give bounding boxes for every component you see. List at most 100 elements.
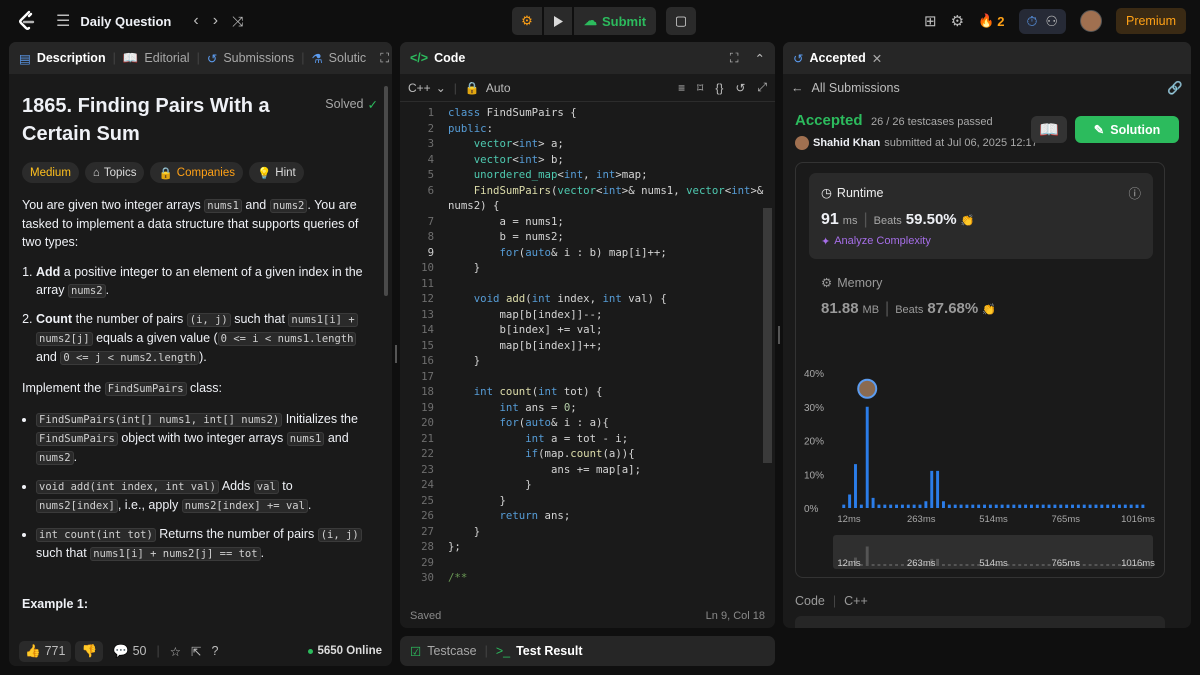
notes-button[interactable]: ▢	[666, 7, 696, 35]
star-icon[interactable]: ☆	[170, 644, 181, 659]
chart-bar[interactable]	[994, 504, 998, 508]
resize-handle[interactable]	[778, 326, 780, 344]
run-button[interactable]	[544, 7, 572, 35]
chart-bar[interactable]	[924, 501, 928, 508]
premium-button[interactable]: Premium	[1115, 8, 1186, 34]
dislike-icon[interactable]: 👎	[75, 640, 104, 662]
topics-tag[interactable]: ⌂ Topics	[84, 162, 145, 183]
chart-bar[interactable]	[942, 501, 945, 508]
chart-bar[interactable]	[865, 406, 869, 508]
maximize-icon[interactable]: ⛶	[380, 51, 389, 66]
chart-bar[interactable]	[871, 497, 875, 508]
chart-bar[interactable]	[1106, 504, 1110, 508]
share-icon[interactable]: ⇱	[191, 644, 201, 659]
chart-bar[interactable]	[1053, 504, 1057, 508]
avatar[interactable]	[1079, 10, 1102, 32]
chart-bar[interactable]	[854, 464, 857, 508]
chart-bar[interactable]	[1117, 504, 1121, 508]
help-icon[interactable]: ?	[211, 644, 218, 658]
chart-bar[interactable]	[895, 504, 899, 508]
chart-bar[interactable]	[1047, 504, 1051, 508]
editorial-button[interactable]: 📖	[1031, 116, 1067, 143]
timer-button[interactable]: ⏱ ⚇	[1018, 8, 1066, 34]
chart-bar[interactable]	[1059, 504, 1063, 508]
braces-icon[interactable]: {}	[715, 81, 723, 95]
chart-bar[interactable]	[1035, 504, 1039, 508]
chart-bar[interactable]	[1129, 504, 1133, 508]
chart-bar[interactable]	[889, 504, 893, 508]
description-scrollbar[interactable]	[384, 86, 388, 296]
chart-bar[interactable]	[842, 504, 846, 508]
bookmark-icon[interactable]: ⌑	[697, 81, 703, 95]
like-button[interactable]: 👍 771	[19, 640, 72, 662]
memory-card[interactable]: ⚙ Memory 81.88 MB | Beats 87.68% 👏	[809, 275, 1153, 335]
settings-gear-icon[interactable]: ⚙	[951, 12, 964, 30]
chart-bar[interactable]	[1029, 504, 1033, 508]
tab-accepted[interactable]: Accepted	[809, 51, 865, 65]
chart-bar[interactable]	[859, 504, 863, 508]
chart-bar[interactable]	[1018, 504, 1022, 508]
chart-bar[interactable]	[906, 504, 910, 508]
chart-bar[interactable]	[1100, 504, 1104, 508]
problem-list-icon[interactable]: ☰	[56, 11, 70, 31]
analyze-complexity-link[interactable]: ✦ Analyze Complexity	[821, 235, 1141, 248]
chart-bar[interactable]	[918, 504, 922, 508]
user-name[interactable]: Shahid Khan	[813, 137, 880, 149]
difficulty-badge[interactable]: Medium	[22, 162, 79, 183]
chart-bar[interactable]	[1076, 504, 1080, 508]
chart-bar[interactable]	[1024, 504, 1028, 508]
code-editor[interactable]: 1 class FindSumPairs {2 public: 3 vector<in…	[400, 106, 763, 628]
layout-icon[interactable]: ⊞	[924, 12, 937, 30]
prev-problem-icon[interactable]: ‹	[193, 12, 198, 30]
solution-button[interactable]: ✎ Solution	[1075, 116, 1179, 143]
chart-bar[interactable]	[1041, 504, 1045, 508]
chart-bar[interactable]	[1000, 504, 1004, 508]
next-problem-icon[interactable]: ›	[213, 12, 218, 30]
tab-description[interactable]: Description	[37, 51, 106, 65]
chart-bar[interactable]	[959, 504, 963, 508]
info-icon[interactable]: ⓘ	[1128, 183, 1141, 202]
runtime-card[interactable]: ◷ Runtime ⓘ 91 ms | Beats 59.50% 👏 ✦ Analy…	[809, 173, 1153, 259]
companies-tag[interactable]: 🔒 Companies	[150, 162, 243, 183]
auto-mode[interactable]: Auto	[486, 81, 511, 95]
link-icon[interactable]: 🔗	[1167, 81, 1183, 96]
tab-solutions[interactable]: Solutic	[329, 51, 367, 65]
reset-icon[interactable]: ↺	[735, 81, 745, 95]
chart-bar[interactable]	[1012, 504, 1016, 508]
tab-test-result[interactable]: Test Result	[516, 644, 582, 658]
chart-bar[interactable]	[1135, 504, 1139, 508]
chart-bar[interactable]	[1141, 504, 1145, 508]
problem-title[interactable]: 1865. Finding Pairs With a Certain Sum	[22, 92, 307, 148]
format-icon[interactable]: ≡	[678, 81, 685, 95]
maximize-icon[interactable]: ⛶	[730, 51, 739, 66]
chart-bar[interactable]	[848, 494, 852, 509]
chart-bar[interactable]	[1065, 504, 1069, 508]
chart-bar[interactable]	[1094, 504, 1098, 508]
submit-button[interactable]: ☁ Submit	[574, 7, 656, 35]
chart-bar[interactable]	[1006, 504, 1010, 508]
leetcode-logo[interactable]	[15, 9, 39, 33]
daily-question-title[interactable]: Daily Question	[80, 14, 171, 29]
chart-bar[interactable]	[877, 504, 881, 508]
debug-button[interactable]: ⚙	[512, 7, 542, 35]
tab-testcase[interactable]: Testcase	[427, 644, 476, 658]
runtime-distribution-chart[interactable]: 40% 30% 20% 10% 0% 12ms 263ms 514ms 765ms 1016ms 1…	[796, 361, 1164, 621]
streak-counter[interactable]: 🔥 2	[978, 13, 1004, 29]
chart-bar[interactable]	[971, 504, 975, 508]
chart-bar[interactable]	[912, 504, 916, 508]
chart-bar[interactable]	[930, 470, 934, 508]
chart-bar[interactable]	[900, 504, 904, 508]
language-select[interactable]: C++ ⌄	[408, 81, 446, 95]
chart-bar[interactable]	[983, 504, 986, 508]
comments-button[interactable]: 💬 50	[113, 644, 146, 659]
chart-bar[interactable]	[1112, 504, 1116, 508]
shuffle-icon[interactable]: ⤨	[232, 13, 243, 30]
tab-submissions[interactable]: Submissions	[223, 51, 294, 65]
chart-bar[interactable]	[988, 504, 992, 508]
chart-bar[interactable]	[947, 504, 951, 508]
chart-bar[interactable]	[883, 504, 887, 508]
code-scrollbar[interactable]	[763, 208, 772, 463]
chart-bar[interactable]	[1071, 504, 1074, 508]
chart-bar[interactable]	[977, 504, 981, 508]
resize-handle[interactable]	[395, 345, 397, 363]
